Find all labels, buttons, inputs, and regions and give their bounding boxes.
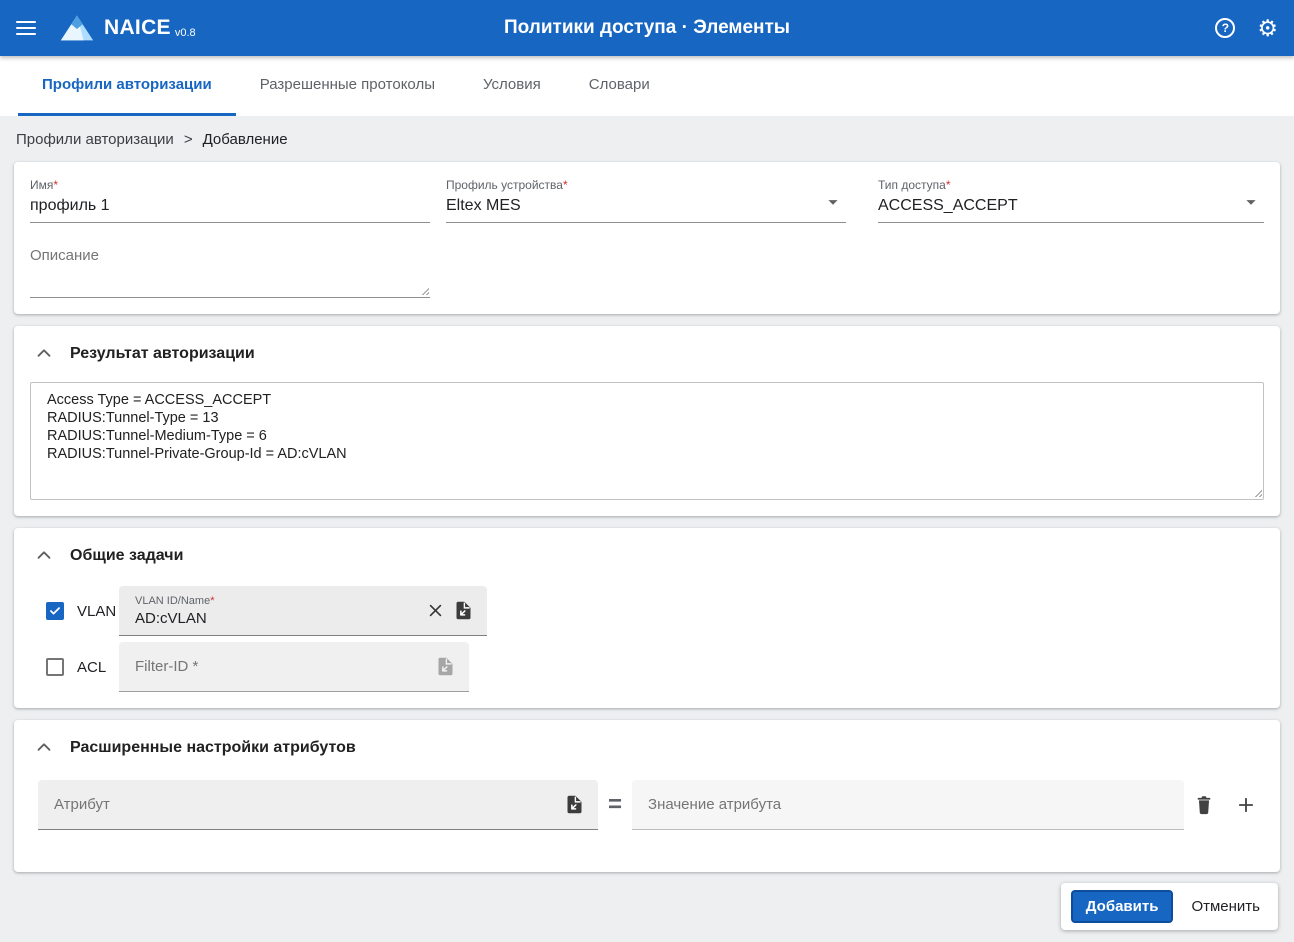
- tab-conditions[interactable]: Условия: [459, 56, 565, 116]
- attribute-input[interactable]: [54, 796, 560, 813]
- description-textarea[interactable]: [30, 235, 430, 297]
- section-title-advanced: Расширенные настройки атрибутов: [70, 739, 356, 756]
- mountain-logo-icon: [60, 15, 94, 41]
- form-actions: Добавить Отменить: [1060, 883, 1278, 930]
- gear-icon[interactable]: ⚙: [1257, 16, 1278, 40]
- cancel-button[interactable]: Отменить: [1183, 892, 1268, 921]
- auth-result-field: Access Type = ACCESS_ACCEPT RADIUS:Tunne…: [30, 382, 1264, 500]
- filter-id-field: [119, 642, 469, 692]
- app-version: v0.8: [174, 26, 196, 39]
- name-input[interactable]: [30, 192, 430, 222]
- brand-name: NAICE: [104, 16, 171, 39]
- auth-result-textarea[interactable]: Access Type = ACCESS_ACCEPT RADIUS:Tunne…: [31, 383, 1263, 499]
- breadcrumb: Профили авторизации > Добавление: [0, 116, 1294, 162]
- trash-icon[interactable]: [1190, 791, 1218, 819]
- chevron-down-icon[interactable]: [822, 191, 844, 213]
- acl-checkbox[interactable]: [46, 658, 64, 676]
- access-type-label: Тип доступа*: [878, 178, 951, 192]
- vlan-id-input[interactable]: [135, 607, 421, 627]
- equals-sign: =: [608, 791, 623, 818]
- section-title-common-tasks: Общие задачи: [70, 547, 184, 564]
- vlan-id-field: VLAN ID/Name*: [119, 586, 487, 636]
- tab-bar: Профили авторизации Разрешенные протокол…: [0, 56, 1294, 116]
- common-tasks-card: Общие задачи VLAN VLAN ID/Name* AD:cVLAN…: [14, 528, 1280, 708]
- naice-logo: [58, 13, 96, 43]
- access-type-field: Тип доступа*: [878, 176, 1264, 223]
- add-row-icon[interactable]: [1232, 791, 1260, 819]
- device-profile-select[interactable]: [446, 192, 846, 222]
- attribute-value-input[interactable]: [648, 796, 1169, 813]
- app-bar: NAICE v0.8 Политики доступа · Элементы ?…: [0, 0, 1294, 56]
- clear-icon[interactable]: [421, 597, 449, 625]
- vlan-task-row: VLAN VLAN ID/Name*: [46, 586, 1264, 636]
- paste-icon[interactable]: [449, 597, 477, 625]
- tab-allowed-protocols[interactable]: Разрешенные протоколы: [236, 56, 459, 116]
- chevron-down-icon[interactable]: [1240, 191, 1262, 213]
- section-title-auth-result: Результат авторизации: [70, 345, 255, 362]
- vlan-id-field-label: VLAN ID/Name*: [135, 594, 215, 607]
- tab-auth-profiles[interactable]: Профили авторизации: [18, 56, 236, 116]
- collapse-chevron-up-icon[interactable]: [32, 342, 56, 366]
- device-profile-field: Профиль устройства*: [446, 176, 846, 223]
- tab-dictionaries[interactable]: Словари: [565, 56, 674, 116]
- page-title: Политики доступа · Элементы: [503, 17, 791, 38]
- acl-task-row: ACL: [46, 642, 1264, 692]
- paste-icon-disabled: [431, 653, 459, 681]
- attribute-field: [38, 780, 598, 830]
- auth-result-card: Результат авторизации Access Type = ACCE…: [14, 326, 1280, 516]
- attribute-row: =: [38, 780, 1264, 856]
- description-field: [30, 235, 430, 298]
- breadcrumb-root[interactable]: Профили авторизации: [16, 131, 174, 148]
- attribute-value-field: [632, 780, 1185, 830]
- collapse-chevron-up-icon[interactable]: [32, 736, 56, 760]
- profile-form-card: Имя* Профиль устройства* Тип доступа*: [14, 162, 1280, 314]
- breadcrumb-separator: >: [183, 130, 193, 148]
- breadcrumb-current: Добавление: [202, 130, 288, 148]
- name-field: Имя*: [30, 176, 430, 223]
- name-field-label: Имя*: [30, 178, 59, 192]
- acl-checkbox-label: ACL: [77, 658, 107, 676]
- collapse-chevron-up-icon[interactable]: [32, 544, 56, 568]
- help-icon[interactable]: ?: [1215, 18, 1236, 38]
- paste-icon[interactable]: [560, 791, 588, 819]
- vlan-checkbox-label: VLAN: [77, 602, 117, 620]
- hamburger-menu-icon[interactable]: [16, 16, 40, 40]
- access-type-select[interactable]: [878, 192, 1264, 222]
- advanced-attributes-card: Расширенные настройки атрибутов =: [14, 720, 1280, 872]
- filter-id-input[interactable]: [135, 658, 431, 675]
- vlan-checkbox[interactable]: [46, 602, 64, 620]
- add-button[interactable]: Добавить: [1070, 890, 1174, 923]
- device-profile-label: Профиль устройства*: [446, 178, 568, 192]
